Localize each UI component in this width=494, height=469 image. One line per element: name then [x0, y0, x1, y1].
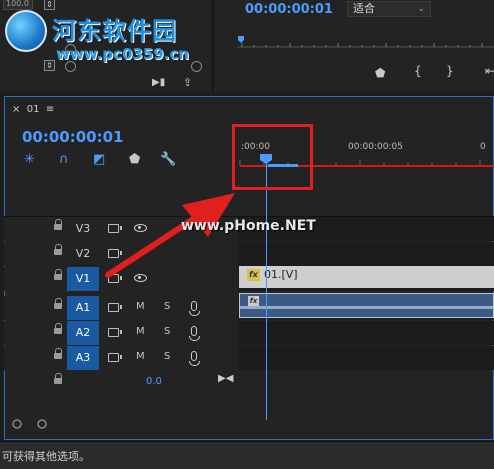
lock-icon[interactable]	[54, 269, 62, 282]
mute-button[interactable]: M	[136, 326, 145, 337]
program-timecode[interactable]: 00:00:00:01	[245, 2, 333, 17]
watermark-logo-icon	[5, 10, 47, 52]
chevron-down-icon: ⌄	[417, 4, 425, 14]
track-label-a3[interactable]: A3	[67, 346, 99, 370]
stepper-button-bottom[interactable]: ⇕	[44, 60, 55, 71]
lock-icon[interactable]	[54, 348, 62, 361]
track-header-a1: A1 M S	[4, 296, 237, 320]
lock-icon[interactable]	[54, 219, 62, 232]
fx-badge: fx	[248, 296, 259, 306]
go-to-end-icon[interactable]: ▶◀	[218, 373, 233, 384]
track-row-a3: A3 M S	[4, 346, 494, 370]
sequence-timecode[interactable]: 00:00:00:01	[22, 128, 124, 146]
add-marker-icon[interactable]: ⬟	[129, 152, 140, 167]
track-label-a1[interactable]: A1	[67, 296, 99, 320]
track-label-a2[interactable]: A2	[67, 321, 99, 345]
hamburger-menu-icon[interactable]: ≡	[46, 104, 54, 115]
lock-icon[interactable]	[54, 298, 62, 311]
video-clip-name: 01.[V]	[264, 268, 298, 281]
export-frame-icon[interactable]: ⇪	[183, 76, 192, 89]
mark-out-icon[interactable]: }	[446, 64, 454, 78]
lock-icon[interactable]	[54, 373, 62, 386]
master-volume-value[interactable]: 0.0	[146, 376, 162, 387]
close-icon[interactable]: ×	[12, 104, 20, 115]
sync-lock-icon[interactable]	[108, 303, 122, 312]
audio-waveform	[240, 306, 493, 309]
nest-sequence-icon[interactable]: ✳	[24, 152, 35, 167]
sync-lock-icon[interactable]	[108, 353, 122, 362]
watermark-site-text: www.pHome.NET	[181, 218, 316, 234]
stepper-button-top[interactable]: ⇕	[44, 0, 55, 10]
track-label-v1[interactable]: V1	[67, 267, 99, 291]
insert-icon[interactable]: ▶▮	[152, 77, 165, 88]
go-to-in-icon[interactable]: ⇤	[485, 64, 494, 78]
microphone-icon[interactable]	[189, 326, 200, 341]
track-label-v2[interactable]: V2	[67, 242, 99, 266]
horizontal-scrollbar[interactable]	[4, 418, 494, 432]
watermark-url: www.pc0359.cn	[56, 45, 189, 63]
linked-selection-icon[interactable]: ◩	[93, 152, 105, 167]
solo-button[interactable]: S	[164, 301, 170, 312]
track-row-a2: A2 M S	[4, 321, 494, 345]
audio-clip[interactable]: fx	[239, 293, 494, 318]
mute-button[interactable]: M	[136, 301, 145, 312]
microphone-icon[interactable]	[189, 351, 200, 366]
track-lane-a3[interactable]	[238, 346, 494, 370]
solo-button[interactable]: S	[164, 326, 170, 337]
playhead-line[interactable]	[266, 160, 267, 420]
fit-select-value: 适合	[353, 2, 375, 15]
mark-in-icon[interactable]: {	[414, 64, 422, 78]
track-header-a3: A3 M S	[4, 346, 237, 370]
lock-icon[interactable]	[54, 244, 62, 257]
track-lane-a2[interactable]	[238, 321, 494, 345]
lock-icon[interactable]	[54, 323, 62, 336]
sync-lock-icon[interactable]	[108, 328, 122, 337]
sequence-tab-label: 01	[26, 104, 40, 115]
wrench-icon[interactable]: 🔧	[160, 152, 176, 167]
video-clip[interactable]: fx 01.[V]	[239, 266, 494, 288]
ruler-label-10: 0	[480, 142, 486, 152]
ruler-label-5: 00:00:00:05	[348, 142, 403, 152]
mute-button[interactable]: M	[136, 351, 145, 362]
circle-handle-icon[interactable]	[191, 61, 202, 72]
status-text: 可获得其他选项。	[2, 450, 90, 463]
program-mini-ruler[interactable]	[238, 36, 494, 50]
snap-icon[interactable]: ∩	[59, 152, 69, 167]
watermark-title: 河东软件园	[52, 16, 177, 45]
add-marker-icon[interactable]: ⬟	[375, 66, 385, 80]
fit-select[interactable]: 适合 ⌄	[347, 1, 431, 17]
track-lane-v2[interactable]	[238, 242, 494, 266]
microphone-icon[interactable]	[189, 301, 200, 316]
sequence-tab[interactable]: × 01 ≡	[12, 104, 54, 115]
track-header-a2: A2 M S	[4, 321, 237, 345]
value-field[interactable]: 100.0	[3, 0, 33, 10]
solo-button[interactable]: S	[164, 351, 170, 362]
track-label-v3[interactable]: V3	[67, 217, 99, 241]
